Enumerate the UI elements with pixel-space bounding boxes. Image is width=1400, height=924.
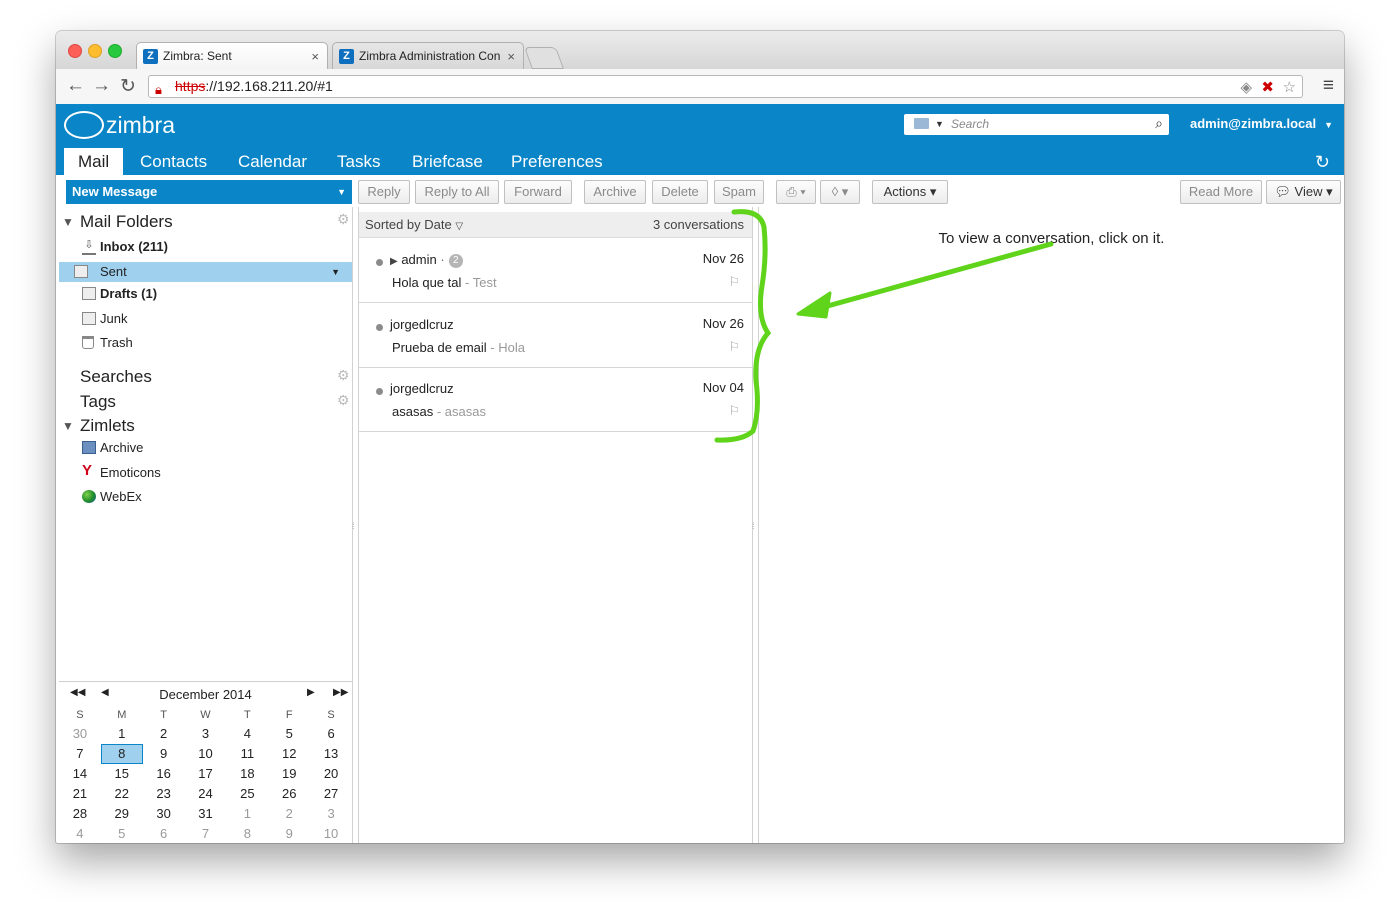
annotation-arrow-head: [796, 291, 832, 319]
annotation-arrow-shaft: [821, 241, 1054, 310]
annotation-brace: [714, 209, 772, 443]
annotation-overlay: [714, 209, 1054, 443]
browser-window: Z Zimbra: Sent × Z Zimbra Administration…: [56, 31, 1344, 843]
